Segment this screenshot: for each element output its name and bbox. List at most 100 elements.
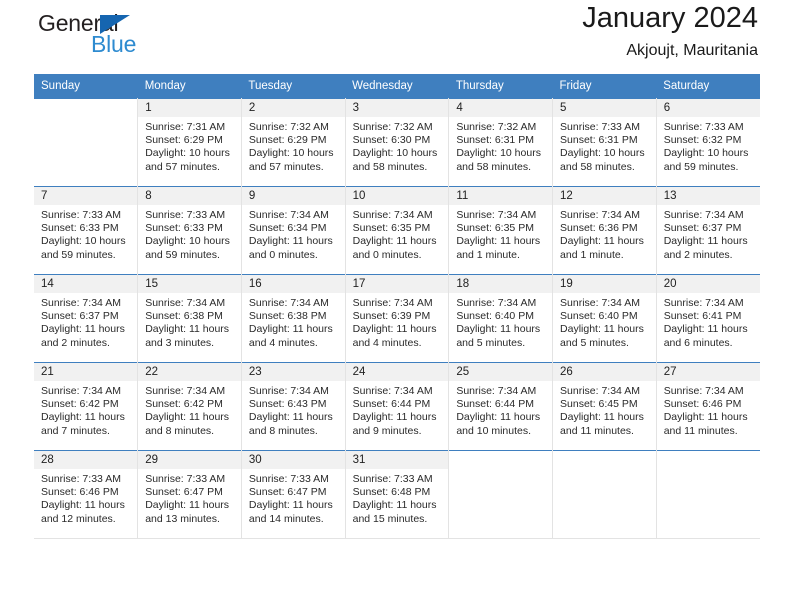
calendar-day-cell[interactable]: 5 Sunrise: 7:33 AM Sunset: 6:31 PM Daylight… — [552, 98, 657, 187]
day-number: 29 — [138, 451, 241, 469]
day-details: Sunrise: 7:34 AM Sunset: 6:37 PM Daylight:… — [34, 293, 137, 350]
sunrise-time: Sunrise: 7:34 AM — [248, 209, 329, 221]
calendar-day-cell[interactable]: 24 Sunrise: 7:34 AM Sunset: 6:44 PM Dayligh… — [345, 362, 450, 451]
calendar-day-cell[interactable]: 19 Sunrise: 7:34 AM Sunset: 6:40 PM Dayligh… — [552, 274, 657, 363]
weekday-header-sunday: Sunday — [34, 74, 138, 99]
calendar-day-cell[interactable]: 25 Sunrise: 7:34 AM Sunset: 6:44 PM Dayligh… — [448, 362, 554, 451]
day-details: Sunrise: 7:34 AM Sunset: 6:35 PM Daylight:… — [346, 205, 449, 262]
sunrise-time: Sunrise: 7:34 AM — [352, 297, 433, 309]
daylight-duration-line1: Daylight: 11 hours — [352, 323, 437, 336]
daylight-duration-line1: Daylight: 11 hours — [145, 499, 230, 512]
daylight-duration-line2: and 59 minutes. — [41, 248, 116, 261]
daylight-duration-line2: and 5 minutes. — [560, 336, 629, 349]
calendar-day-cell[interactable]: 4 Sunrise: 7:32 AM Sunset: 6:31 PM Daylight… — [448, 98, 554, 187]
calendar-day-cell[interactable]: 30 Sunrise: 7:33 AM Sunset: 6:47 PM Dayligh… — [241, 450, 346, 539]
sunrise-time: Sunrise: 7:33 AM — [248, 473, 329, 485]
calendar-day-cell[interactable]: 3 Sunrise: 7:32 AM Sunset: 6:30 PM Daylight… — [345, 98, 450, 187]
sunrise-time: Sunrise: 7:33 AM — [41, 473, 121, 485]
calendar-day-cell[interactable]: 18 Sunrise: 7:34 AM Sunset: 6:40 PM Dayligh… — [448, 274, 554, 363]
calendar-day-cell[interactable]: 12 Sunrise: 7:34 AM Sunset: 6:36 PM Dayligh… — [552, 186, 657, 275]
day-number: 13 — [656, 187, 760, 205]
sunrise-time: Sunrise: 7:34 AM — [663, 385, 744, 397]
day-details: Sunrise: 7:34 AM Sunset: 6:41 PM Daylight:… — [657, 293, 760, 350]
calendar-header-row: Sunday Monday Tuesday Wednesday Thursday… — [34, 74, 760, 99]
calendar-day-cell[interactable]: 17 Sunrise: 7:34 AM Sunset: 6:39 PM Dayligh… — [345, 274, 450, 363]
day-number: 28 — [34, 451, 138, 469]
day-number: 3 — [345, 99, 449, 117]
calendar-day-cell[interactable]: 16 Sunrise: 7:34 AM Sunset: 6:38 PM Dayligh… — [241, 274, 346, 363]
sunset-time: Sunset: 6:33 PM — [41, 222, 119, 235]
calendar-day-cell[interactable]: 14 Sunrise: 7:34 AM Sunset: 6:37 PM Dayligh… — [34, 274, 139, 363]
day-number: 23 — [241, 363, 345, 381]
calendar-day-cell[interactable]: 21 Sunrise: 7:34 AM Sunset: 6:42 PM Dayligh… — [34, 362, 139, 451]
page-header: General Blue January 2024 Akjoujt, Mauri… — [34, 0, 758, 74]
calendar-day-cell[interactable]: 15 Sunrise: 7:34 AM Sunset: 6:38 PM Dayligh… — [137, 274, 242, 363]
day-details: Sunrise: 7:32 AM Sunset: 6:29 PM Daylight:… — [242, 117, 345, 174]
sunset-time: Sunset: 6:40 PM — [456, 310, 534, 323]
calendar-day-cell[interactable]: 27 Sunrise: 7:34 AM Sunset: 6:46 PM Dayligh… — [656, 362, 760, 451]
calendar-day-cell[interactable]: 31 Sunrise: 7:33 AM Sunset: 6:48 PM Dayligh… — [345, 450, 450, 539]
calendar-week-row: 1 Sunrise: 7:31 AM Sunset: 6:29 PM Daylight… — [34, 98, 760, 187]
calendar-day-cell[interactable]: 1 Sunrise: 7:31 AM Sunset: 6:29 PM Daylight… — [137, 98, 242, 187]
day-number: 16 — [241, 275, 345, 293]
sunrise-time: Sunrise: 7:34 AM — [456, 297, 537, 309]
calendar-week-row: 28 Sunrise: 7:33 AM Sunset: 6:46 PM Dayligh… — [34, 450, 760, 539]
daylight-duration-line2: and 2 minutes. — [41, 336, 110, 349]
daylight-duration-line2: and 12 minutes. — [41, 512, 116, 525]
calendar-day-cell[interactable]: 8 Sunrise: 7:33 AM Sunset: 6:33 PM Daylight… — [137, 186, 242, 275]
daylight-duration-line2: and 7 minutes. — [41, 424, 110, 437]
calendar-day-cell[interactable]: 20 Sunrise: 7:34 AM Sunset: 6:41 PM Dayligh… — [656, 274, 760, 363]
calendar-day-cell[interactable]: 23 Sunrise: 7:34 AM Sunset: 6:43 PM Dayligh… — [241, 362, 346, 451]
day-number: 2 — [241, 99, 345, 117]
day-details: Sunrise: 7:34 AM Sunset: 6:43 PM Daylight:… — [242, 381, 345, 438]
calendar-day-cell[interactable]: 10 Sunrise: 7:34 AM Sunset: 6:35 PM Dayligh… — [345, 186, 450, 275]
day-number: 10 — [345, 187, 449, 205]
calendar-day-cell[interactable]: 6 Sunrise: 7:33 AM Sunset: 6:32 PM Daylight… — [656, 98, 760, 187]
sunset-time: Sunset: 6:35 PM — [352, 222, 431, 235]
calendar-day-cell[interactable]: 9 Sunrise: 7:34 AM Sunset: 6:34 PM Daylight… — [241, 186, 346, 275]
sunset-time: Sunset: 6:39 PM — [352, 310, 431, 323]
daylight-duration-line2: and 1 minute. — [456, 248, 520, 261]
sunrise-time: Sunrise: 7:32 AM — [248, 121, 329, 133]
daylight-duration-line1: Daylight: 10 hours — [145, 235, 230, 248]
day-number — [656, 451, 760, 469]
day-details: Sunrise: 7:33 AM Sunset: 6:47 PM Daylight:… — [242, 469, 345, 526]
day-details: Sunrise: 7:33 AM Sunset: 6:48 PM Daylight:… — [346, 469, 449, 526]
weekday-header-tuesday: Tuesday — [241, 74, 346, 99]
sunrise-time: Sunrise: 7:33 AM — [41, 209, 121, 221]
day-number: 15 — [138, 275, 241, 293]
calendar-page: General Blue January 2024 Akjoujt, Mauri… — [0, 0, 792, 612]
daylight-duration-line2: and 8 minutes. — [248, 424, 318, 437]
sunrise-time: Sunrise: 7:31 AM — [145, 121, 226, 133]
daylight-duration-line2: and 58 minutes. — [352, 160, 428, 173]
day-number: 31 — [345, 451, 449, 469]
calendar-day-cell[interactable]: 22 Sunrise: 7:34 AM Sunset: 6:42 PM Dayligh… — [137, 362, 242, 451]
sunset-time: Sunset: 6:32 PM — [663, 134, 742, 147]
calendar-day-cell[interactable]: 7 Sunrise: 7:33 AM Sunset: 6:33 PM Daylight… — [34, 186, 139, 275]
daylight-duration-line1: Daylight: 11 hours — [41, 411, 125, 424]
general-blue-logo[interactable]: General Blue — [34, 10, 254, 66]
day-number: 6 — [656, 99, 760, 117]
calendar-day-cell[interactable]: 2 Sunrise: 7:32 AM Sunset: 6:29 PM Daylight… — [241, 98, 346, 187]
calendar-day-cell[interactable]: 28 Sunrise: 7:33 AM Sunset: 6:46 PM Dayligh… — [34, 450, 139, 539]
day-number — [553, 451, 656, 469]
daylight-duration-line1: Daylight: 11 hours — [248, 323, 333, 336]
daylight-duration-line1: Daylight: 10 hours — [352, 147, 438, 160]
calendar-day-cell[interactable]: 26 Sunrise: 7:34 AM Sunset: 6:45 PM Dayligh… — [552, 362, 657, 451]
calendar-day-cell[interactable]: 11 Sunrise: 7:34 AM Sunset: 6:35 PM Dayligh… — [448, 186, 554, 275]
calendar-day-cell[interactable]: 13 Sunrise: 7:34 AM Sunset: 6:37 PM Dayligh… — [656, 186, 760, 275]
calendar-week-row: 7 Sunrise: 7:33 AM Sunset: 6:33 PM Daylight… — [34, 186, 760, 275]
daylight-duration-line2: and 6 minutes. — [663, 336, 733, 349]
calendar-day-cell[interactable]: 29 Sunrise: 7:33 AM Sunset: 6:47 PM Dayligh… — [137, 450, 242, 539]
sunrise-time: Sunrise: 7:33 AM — [663, 121, 744, 133]
day-details: Sunrise: 7:34 AM Sunset: 6:39 PM Daylight:… — [346, 293, 449, 350]
sunset-time: Sunset: 6:29 PM — [248, 134, 327, 147]
day-number: 22 — [138, 363, 241, 381]
sunset-time: Sunset: 6:37 PM — [41, 310, 119, 323]
day-number: 9 — [241, 187, 345, 205]
day-details: Sunrise: 7:33 AM Sunset: 6:31 PM Daylight:… — [553, 117, 656, 174]
daylight-duration-line2: and 58 minutes. — [560, 160, 635, 173]
sunrise-time: Sunrise: 7:34 AM — [248, 297, 329, 309]
day-number: 12 — [553, 187, 656, 205]
sunset-time: Sunset: 6:43 PM — [248, 398, 327, 411]
